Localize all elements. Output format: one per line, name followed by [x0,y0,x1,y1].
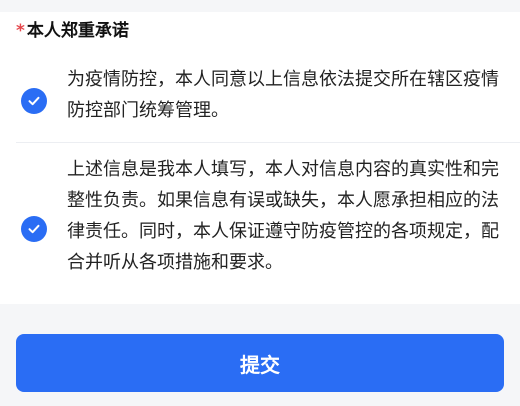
divider [16,142,520,143]
promise-item-text: 上述信息是我本人填写，本人对信息内容的真实性和完整性负责。如果信息有误或缺失，本… [67,159,499,273]
promise-card: * 本人郑重承诺 为疫情防控，本人同意以上信息依法提交所在辖区疫情防控部门统筹管理… [0,12,520,304]
promise-item-text: 为疫情防控，本人同意以上信息依法提交所在辖区疫情防控部门统筹管理。 [67,69,499,121]
checkmark-circle-icon[interactable] [21,216,47,242]
section-title: * 本人郑重承诺 [16,20,129,42]
required-mark: * [16,21,25,41]
checkmark-circle-icon[interactable] [21,88,47,114]
top-spacer [0,0,520,12]
section-title-text: 本人郑重承诺 [26,21,129,41]
submit-button[interactable]: 提交 [16,334,504,392]
checkmark-icon [28,224,40,234]
promise-item-1[interactable]: 为疫情防控，本人同意以上信息依法提交所在辖区疫情防控部门统筹管理。 [0,54,520,140]
checkmark-icon [28,96,40,106]
promise-item-2[interactable]: 上述信息是我本人填写，本人对信息内容的真实性和完整性负责。如果信息有误或缺失，本… [0,144,520,304]
